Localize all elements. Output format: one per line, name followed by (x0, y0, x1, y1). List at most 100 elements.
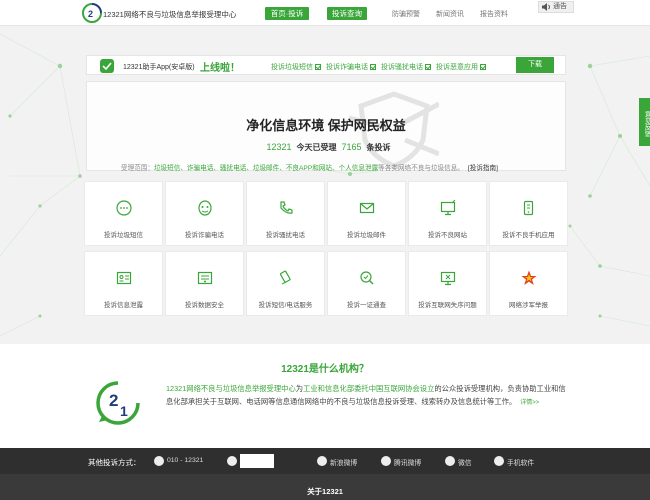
mail-icon (359, 202, 375, 214)
complaint-tile-label: 投诉一证通查 (347, 302, 386, 309)
about-org-link[interactable]: 工业和信息化部委托中国互联网协会设立 (303, 384, 434, 393)
complaint-tile-label: 投诉诈骗电话 (185, 232, 224, 239)
speaker-icon (542, 3, 550, 11)
counter-hotline: 12321 (266, 142, 292, 152)
complaint-tile[interactable]: 网络涉军举报 (489, 251, 568, 316)
mobile-app-icon (494, 456, 504, 466)
phone-icon (280, 201, 293, 214)
wechat-icon (445, 456, 455, 466)
footer-weibo-sina[interactable]: 新浪微博 (317, 456, 357, 467)
svg-text:2: 2 (109, 391, 118, 410)
feedback-side-tab[interactable]: 意见反馈 (639, 98, 650, 146)
mobile-app-icon (523, 200, 534, 216)
complaint-tile[interactable]: 投诉一证通查 (327, 251, 406, 316)
svg-text:1: 1 (120, 403, 128, 419)
counter-unit: 条投诉 (366, 143, 391, 152)
app-logo-icon (100, 59, 114, 73)
download-button[interactable]: 下载 (516, 57, 554, 73)
scope-items: 垃圾短信、诈骗电话、骚扰电话、垃圾邮件、不良APP和网站、个人信息泄露 (153, 165, 379, 172)
svg-text:2: 2 (88, 9, 93, 19)
counter-label: 今天已受理 (296, 143, 337, 152)
complaint-scope: 受理范围：垃圾短信、诈骗电话、骚扰电话、垃圾邮件、不良APP和网站、个人信息泄露… (121, 162, 498, 172)
footer-about[interactable]: 关于12321 (0, 486, 650, 497)
phone-service-icon (279, 270, 291, 285)
about-more-link[interactable]: 详情>> (520, 400, 539, 406)
complaint-guide-link[interactable]: [投诉指南] (468, 165, 498, 172)
counter-value: 7165 (341, 142, 362, 152)
complaint-tile-label: 投诉互联网失序问题 (418, 302, 477, 309)
nav-complaint-query[interactable]: 投诉查询 (327, 7, 367, 20)
footer-wechat[interactable]: 微信 (445, 456, 472, 467)
about-text-1: 为 (295, 384, 304, 393)
sina-weibo-icon (317, 456, 327, 466)
nav-fraud-warning[interactable]: 防骗预警 (392, 9, 420, 19)
complaint-tile-label: 投诉垃圾短信 (104, 232, 143, 239)
id-card-icon (116, 271, 132, 285)
complaint-tile[interactable]: 投诉不良手机应用 (489, 181, 568, 246)
app-feature-fraud: 投诉诈骗电话 (326, 62, 376, 72)
scope-suffix: 等各类网络不良与垃圾信息。 (378, 165, 464, 172)
about-lead: 12321网络不良与垃圾信息举报受理中心 (166, 384, 296, 393)
app-feature-harass: 投诉骚扰电话 (381, 62, 431, 72)
complaint-tile-grid: 投诉垃圾短信 投诉诈骗电话 投诉骚扰电话 投诉垃圾邮件 投诉不良网站 投诉不良手机应用投诉… (84, 181, 568, 317)
complaint-tile-label: 投诉不良手机应用 (502, 232, 555, 239)
complaint-tile-label: 投诉骚扰电话 (266, 232, 305, 239)
check-icon (370, 64, 376, 70)
app-feature-sms: 投诉垃圾短信 (271, 62, 321, 72)
app-feature-malware: 投诉恶意应用 (436, 62, 486, 72)
site-title[interactable]: 12321网络不良与垃圾信息举报受理中心 (103, 9, 236, 20)
site-logo[interactable]: 2 (82, 3, 102, 23)
military-star-icon (521, 270, 537, 285)
tencent-weibo-icon (381, 456, 391, 466)
complaint-tile-label: 投诉不良网站 (428, 232, 467, 239)
scope-prefix: 受理范围： (121, 165, 154, 172)
complaint-tile-label: 网络涉军举报 (509, 302, 548, 309)
footer-weibo-tencent[interactable]: 腾讯微博 (381, 456, 421, 467)
footer-mobile-app[interactable]: 手机软件 (494, 456, 534, 467)
complaint-tile-label: 投诉信息泄露 (104, 302, 143, 309)
complaint-tile[interactable]: 投诉信息泄露 (84, 251, 163, 316)
data-security-icon (197, 271, 213, 285)
hero-slogan: 净化信息环境 保护网民权益 (246, 118, 406, 133)
complaint-tile[interactable]: 投诉数据安全 (165, 251, 244, 316)
footer: 其他投诉方式： 010 - 12321 新浪微博 腾讯微博 微信 手机软件 关于… (0, 448, 650, 500)
app-title: 12321助手App(安卓版) (123, 64, 195, 71)
footer-label: 其他投诉方式： (88, 458, 141, 467)
about-logo: 2 1 (96, 381, 140, 425)
complaint-tile[interactable]: 投诉垃圾邮件 (327, 181, 406, 246)
monitor-icon (440, 200, 456, 216)
check-icon (480, 64, 486, 70)
fraud-mask-icon (198, 200, 212, 216)
complaint-tile[interactable]: 投诉垃圾短信 (84, 181, 163, 246)
about-title: 12321是什么机构？ (281, 364, 369, 375)
complaint-tile[interactable]: 投诉不良网站 (408, 181, 487, 246)
sms-icon (116, 200, 132, 216)
notice-button[interactable]: 通告 (538, 1, 574, 13)
hero-section: 12321助手App(安卓版) 上线啦！ 投诉垃圾短信 投诉诈骗电话 投诉骚扰电… (0, 26, 650, 344)
top-header: 2 12321网络不良与垃圾信息举报受理中心 首页·投诉 投诉查询 防骗预警 新… (0, 0, 650, 26)
id-check-icon (360, 271, 374, 285)
nav-news[interactable]: 新闻资讯 (436, 9, 464, 19)
check-icon (425, 64, 431, 70)
check-icon (315, 64, 321, 70)
about-description: 12321网络不良与垃圾信息举报受理中心为工业和信息化部委托中国互联网协会设立的… (166, 382, 570, 410)
app-download-banner: 12321助手App(安卓版) 上线啦！ 投诉垃圾短信 投诉诈骗电话 投诉骚扰电… (86, 55, 566, 75)
footer-contact-row: 其他投诉方式： 010 - 12321 新浪微博 腾讯微博 微信 手机软件 (0, 448, 650, 474)
phone-icon (154, 456, 164, 466)
complaint-tile[interactable]: 投诉诈骗电话 (165, 181, 244, 246)
slogan-panel: 净化信息环境 保护网民权益 12321 今天已受理 7165 条投诉 (86, 81, 566, 171)
web-disorder-icon (440, 271, 456, 286)
app-online-text: 上线啦！ (200, 63, 240, 74)
complaint-tile[interactable]: 投诉互联网失序问题 (408, 251, 487, 316)
notice-label: 通告 (553, 3, 567, 10)
nav-home-complaint[interactable]: 首页·投诉 (265, 7, 309, 20)
complaint-counter: 12321 今天已受理 7165 条投诉 (87, 142, 565, 153)
email-icon (227, 456, 237, 466)
nav-reports[interactable]: 报告资料 (480, 9, 508, 19)
complaint-tile-label: 投诉数据安全 (185, 302, 224, 309)
redacted-block (240, 454, 274, 468)
complaint-tile[interactable]: 投诉骚扰电话 (246, 181, 325, 246)
complaint-tile[interactable]: 投诉短信/电话服务 (246, 251, 325, 316)
complaint-tile-label: 投诉垃圾邮件 (347, 232, 386, 239)
footer-phone[interactable]: 010 - 12321 (154, 456, 203, 466)
